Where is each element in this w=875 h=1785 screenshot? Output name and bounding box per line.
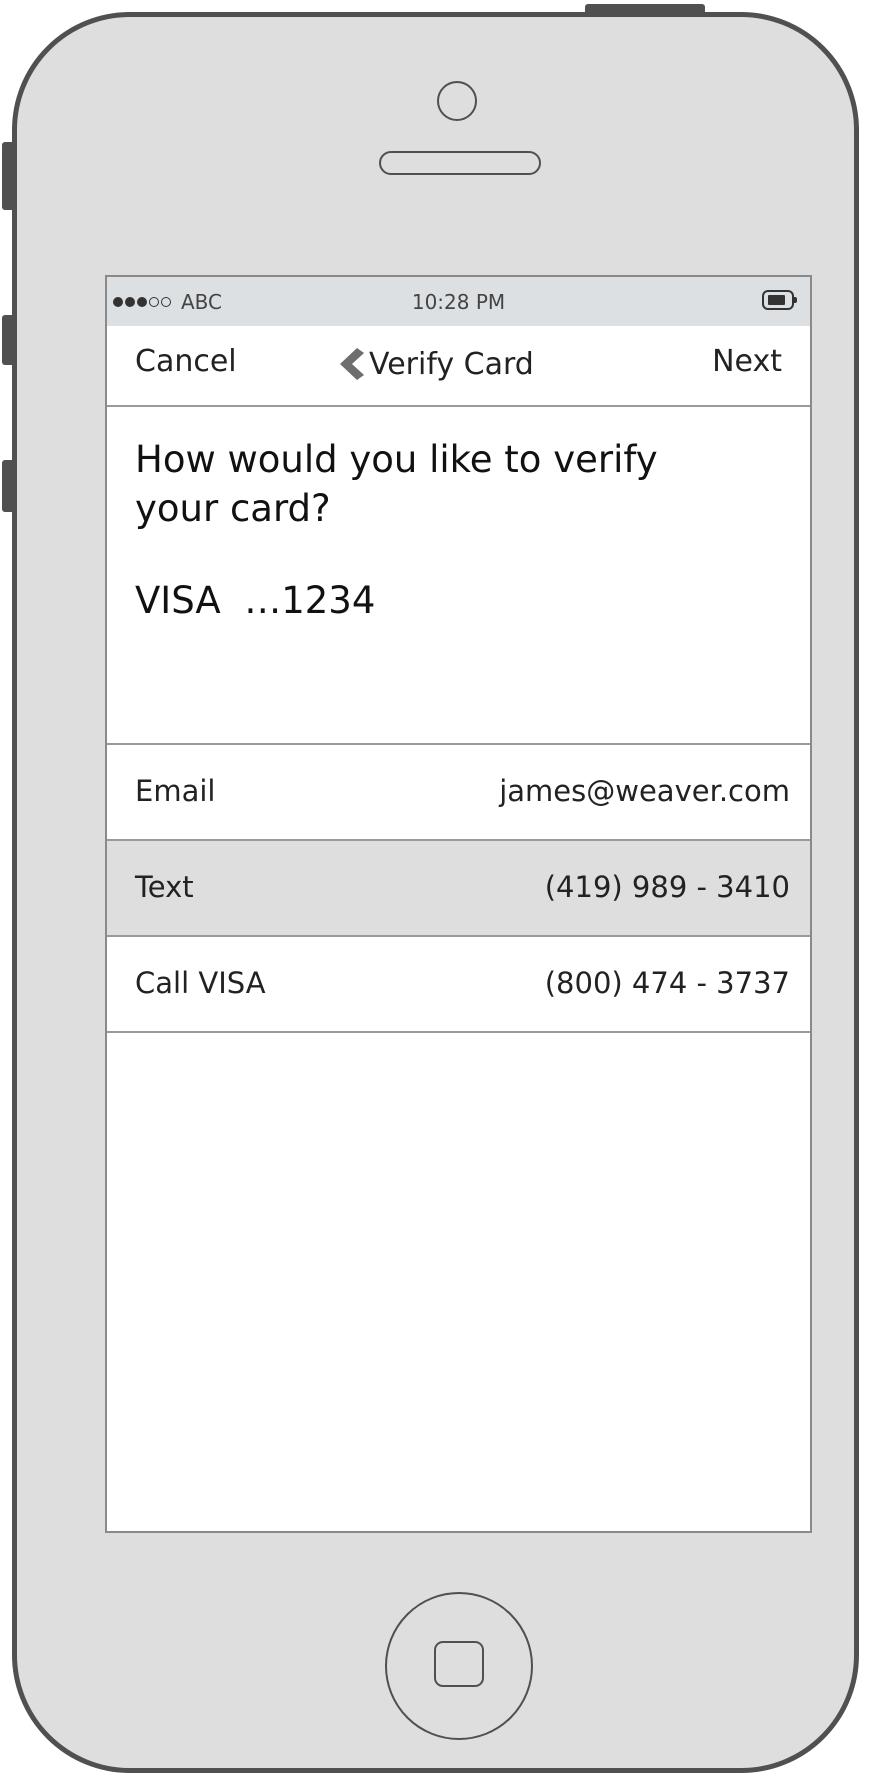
back-button[interactable]: Verify Card <box>335 344 534 384</box>
option-label: Text <box>135 870 194 904</box>
option-text-row[interactable]: Text (419) 989 - 3410 <box>107 841 810 937</box>
card-number: VISA …1234 <box>135 579 376 622</box>
page-title: Verify Card <box>369 346 534 382</box>
prompt-question: How would you like to verify your card? <box>135 438 658 530</box>
mute-switch <box>2 142 14 210</box>
option-label: Call VISA <box>135 966 266 1000</box>
option-email-row[interactable]: Email james@weaver.com <box>107 745 810 841</box>
cancel-button[interactable]: Cancel <box>135 344 237 379</box>
option-value: (800) 474 - 3737 <box>544 966 790 1000</box>
status-time: 10:28 PM <box>411 290 506 314</box>
power-button <box>585 4 705 16</box>
phone-screen: ABC 10:28 PM Cancel Verify Card Next How… <box>105 275 812 1533</box>
chevron-left-icon <box>340 348 364 380</box>
verification-prompt: How would you like to verify your card? … <box>107 407 810 745</box>
status-bar: ABC 10:28 PM <box>107 277 810 326</box>
battery-icon <box>762 290 797 310</box>
navigation-bar: Cancel Verify Card Next <box>107 326 810 407</box>
option-value: james@weaver.com <box>499 774 790 808</box>
volume-down-button <box>2 460 14 512</box>
option-value: (419) 989 - 3410 <box>544 870 790 904</box>
phone-frame: ABC 10:28 PM Cancel Verify Card Next How… <box>12 12 859 1773</box>
option-call-row[interactable]: Call VISA (800) 474 - 3737 <box>107 937 810 1033</box>
speaker-grille <box>379 151 541 175</box>
option-label: Email <box>135 774 216 808</box>
home-button[interactable] <box>385 1592 533 1740</box>
camera-icon <box>437 81 477 121</box>
home-square-icon <box>434 1641 484 1687</box>
volume-up-button <box>2 315 14 365</box>
next-button[interactable]: Next <box>712 344 782 379</box>
